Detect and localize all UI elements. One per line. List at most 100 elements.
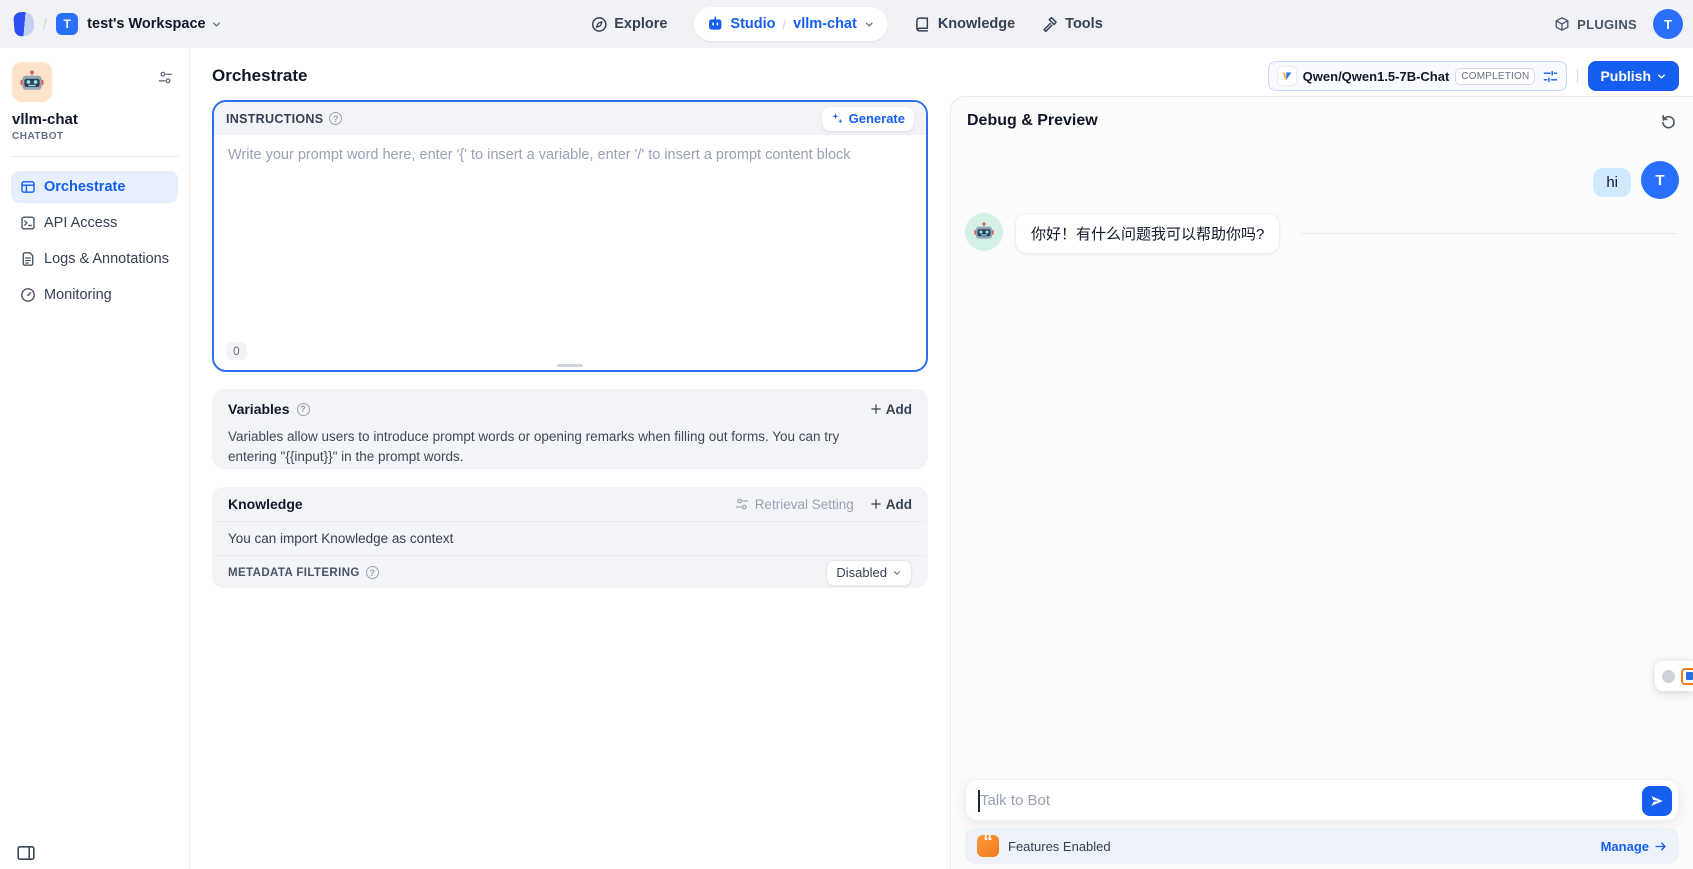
sliders-icon bbox=[735, 497, 749, 511]
app-icon[interactable] bbox=[12, 62, 52, 102]
hammer-icon bbox=[1041, 16, 1058, 33]
orchestrate-icon bbox=[20, 179, 36, 195]
add-label: Add bbox=[886, 402, 912, 417]
nav-knowledge[interactable]: Knowledge bbox=[914, 16, 1015, 33]
features-enabled-label: Features Enabled bbox=[1008, 839, 1111, 854]
publish-button[interactable]: Publish bbox=[1588, 61, 1679, 91]
chat-message-user: hi T bbox=[1593, 161, 1679, 199]
gauge-icon bbox=[20, 287, 36, 303]
widget-dot-icon bbox=[1662, 670, 1675, 683]
floating-widget[interactable] bbox=[1655, 661, 1693, 691]
app-settings-icon[interactable] bbox=[158, 70, 173, 85]
send-icon bbox=[1650, 794, 1664, 808]
user-message-bubble: hi bbox=[1593, 168, 1631, 197]
bot-message-bubble: 你好！有什么问题我可以帮助你吗? bbox=[1015, 213, 1280, 254]
vllm-provider-icon bbox=[1277, 66, 1297, 86]
variables-description: Variables allow users to introduce promp… bbox=[228, 427, 888, 466]
nav-explore-label: Explore bbox=[614, 16, 667, 32]
nav-knowledge-label: Knowledge bbox=[938, 16, 1015, 32]
variables-title: Variables bbox=[228, 401, 290, 417]
knowledge-description: You can import Knowledge as context bbox=[212, 522, 928, 555]
chat-input-container bbox=[965, 779, 1679, 821]
sidebar-item-label: Orchestrate bbox=[44, 179, 125, 195]
metadata-filtering-dropdown[interactable]: Disabled bbox=[826, 560, 912, 586]
debug-preview-panel: Debug & Preview hi T 你好！有什么问题我可以帮 bbox=[950, 96, 1693, 869]
publish-label: Publish bbox=[1600, 68, 1651, 84]
retrieval-setting-button[interactable]: Retrieval Setting bbox=[735, 497, 854, 512]
send-button[interactable] bbox=[1642, 786, 1672, 816]
nav-explore[interactable]: Explore bbox=[590, 16, 667, 33]
help-icon[interactable] bbox=[329, 112, 342, 125]
chat-message-assistant: 你好！有什么问题我可以帮助你吗? bbox=[965, 213, 1280, 254]
manage-features-link[interactable]: Manage bbox=[1601, 839, 1667, 854]
restart-conversation-icon[interactable] bbox=[1660, 113, 1677, 130]
arrow-right-icon bbox=[1654, 840, 1667, 853]
top-navigation: / T test's Workspace Explore Studio / vl… bbox=[0, 0, 1693, 48]
sidebar-item-label: API Access bbox=[44, 215, 117, 231]
nav-studio-active[interactable]: Studio / vllm-chat bbox=[693, 7, 887, 41]
app-sidebar: vllm-chat CHATBOT Orchestrate API Access… bbox=[0, 48, 190, 869]
divider bbox=[1301, 233, 1677, 234]
nav-separator: / bbox=[783, 17, 787, 32]
chevron-down-icon[interactable] bbox=[864, 19, 875, 30]
main-content: Orchestrate Qwen/Qwen1.5-7B-Chat COMPLET… bbox=[190, 48, 1693, 869]
terminal-icon bbox=[20, 215, 36, 231]
collapse-sidebar-icon[interactable] bbox=[17, 845, 35, 861]
plugins-label: PLUGINS bbox=[1577, 17, 1637, 32]
bot-avatar bbox=[965, 213, 1003, 251]
plus-icon bbox=[870, 498, 882, 510]
divider bbox=[10, 156, 179, 157]
robot-icon bbox=[706, 16, 723, 33]
sparkle-icon bbox=[831, 112, 844, 125]
dify-logo-icon[interactable] bbox=[13, 11, 35, 37]
character-count: 0 bbox=[226, 342, 247, 360]
nav-tools-label: Tools bbox=[1065, 16, 1103, 32]
robot-emoji-icon bbox=[19, 69, 45, 95]
retrieval-setting-label: Retrieval Setting bbox=[755, 497, 854, 512]
help-icon[interactable] bbox=[297, 403, 310, 416]
instructions-title: INSTRUCTIONS bbox=[226, 112, 323, 126]
generate-button[interactable]: Generate bbox=[822, 107, 914, 131]
cube-icon bbox=[1554, 16, 1570, 32]
plugins-button[interactable]: PLUGINS bbox=[1554, 16, 1637, 32]
nav-studio-label: Studio bbox=[730, 16, 775, 32]
chevron-down-icon bbox=[211, 19, 222, 30]
workspace-switcher[interactable]: test's Workspace bbox=[87, 16, 221, 32]
account-avatar[interactable]: T bbox=[1653, 9, 1683, 39]
breadcrumb-separator: / bbox=[43, 16, 47, 33]
variables-panel: Variables Add Variables allow users to i… bbox=[212, 389, 928, 469]
document-icon bbox=[20, 251, 36, 267]
generate-label: Generate bbox=[849, 111, 905, 126]
explore-icon bbox=[590, 16, 607, 33]
add-variable-button[interactable]: Add bbox=[870, 402, 912, 417]
chevron-down-icon bbox=[1656, 71, 1667, 82]
sidebar-item-logs-annotations[interactable]: Logs & Annotations bbox=[11, 243, 178, 275]
nav-tools[interactable]: Tools bbox=[1041, 16, 1103, 33]
workspace-avatar[interactable]: T bbox=[56, 13, 78, 35]
manage-label: Manage bbox=[1601, 839, 1649, 854]
prompt-editor[interactable] bbox=[214, 135, 926, 325]
model-name: Qwen/Qwen1.5-7B-Chat bbox=[1303, 69, 1450, 84]
model-params-icon[interactable] bbox=[1543, 69, 1558, 84]
model-selector[interactable]: Qwen/Qwen1.5-7B-Chat COMPLETION bbox=[1268, 61, 1568, 91]
help-icon[interactable] bbox=[366, 566, 379, 579]
user-avatar: T bbox=[1641, 161, 1679, 199]
sidebar-item-label: Monitoring bbox=[44, 287, 112, 303]
features-icon bbox=[977, 835, 999, 857]
resize-handle[interactable] bbox=[557, 364, 583, 367]
knowledge-title: Knowledge bbox=[228, 496, 303, 512]
nav-current-app[interactable]: vllm-chat bbox=[793, 16, 857, 32]
chevron-down-icon bbox=[892, 568, 902, 578]
sidebar-item-monitoring[interactable]: Monitoring bbox=[11, 279, 178, 311]
chat-input[interactable] bbox=[966, 780, 1630, 820]
plus-icon bbox=[870, 403, 882, 415]
main-nav: Explore Studio / vllm-chat Knowledge Too… bbox=[590, 0, 1103, 48]
debug-preview-title: Debug & Preview bbox=[967, 112, 1098, 130]
divider bbox=[1577, 69, 1578, 83]
sidebar-item-orchestrate[interactable]: Orchestrate bbox=[11, 171, 178, 203]
add-knowledge-button[interactable]: Add bbox=[870, 497, 912, 512]
sidebar-item-api-access[interactable]: API Access bbox=[11, 207, 178, 239]
page-title: Orchestrate bbox=[212, 66, 307, 86]
metadata-filtering-value: Disabled bbox=[836, 565, 887, 580]
model-mode-badge: COMPLETION bbox=[1455, 68, 1535, 85]
